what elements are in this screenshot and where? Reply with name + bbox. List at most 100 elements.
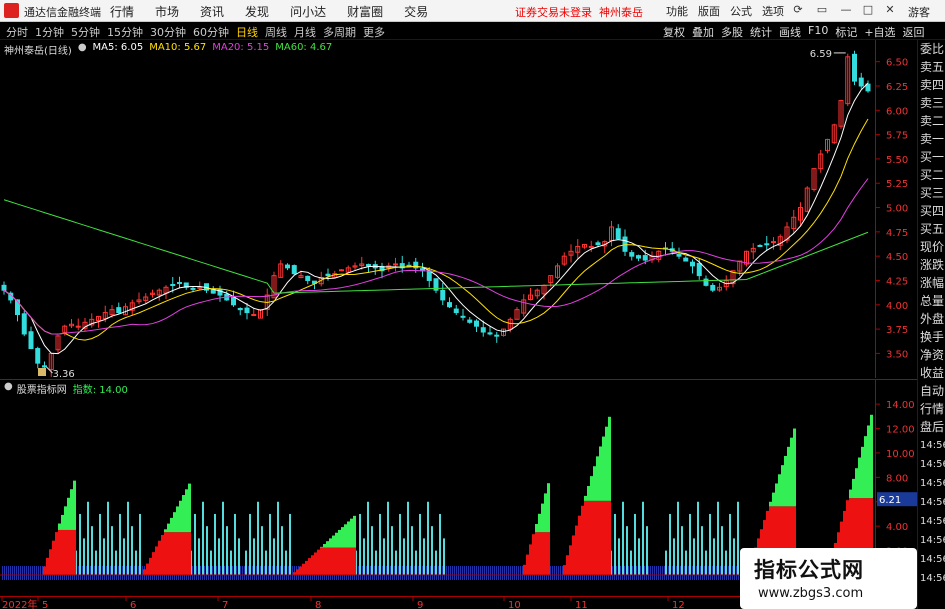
guest-label[interactable]: 游客 [908,4,930,20]
red-bar [523,564,526,575]
tab-more[interactable]: 更多 [363,24,385,40]
tool-f10[interactable]: F10 [808,24,828,40]
base-bar [26,566,27,580]
green-bar [784,455,787,507]
base-bar [474,566,475,580]
quote-field-label[interactable]: 盘后 [918,418,945,436]
minimize-window-icon[interactable]: — [838,2,854,18]
cyan-bar [634,513,636,575]
settings-icon[interactable]: ● [4,381,13,396]
cyan-bar [115,550,117,575]
cyan-bar [725,550,727,575]
tab-monthly[interactable]: 月线 [294,24,316,40]
tool-mark[interactable]: 标记 [835,24,857,40]
watermark: 指标公式网 www.zbgs3.com [740,548,917,609]
cyan-bar [107,501,109,575]
cyan-bar [614,513,616,575]
tab-timeshare[interactable]: 分时 [6,24,28,40]
tool-multi-stock[interactable]: 多股 [721,24,743,40]
tab-60min[interactable]: 60分钟 [193,24,229,40]
menu-trade[interactable]: 交易 [404,3,428,20]
base-bar [724,566,725,580]
tool-statistics[interactable]: 统计 [750,24,772,40]
menu-formula[interactable]: 公式 [730,3,752,19]
green-bar [864,436,867,499]
tool-draw-line[interactable]: 画线 [779,24,801,40]
candle-body [75,325,81,328]
close-icon[interactable]: ✕ [882,2,898,18]
menu-options[interactable]: 选项 [762,3,784,19]
base-bar [406,566,407,580]
menu-news[interactable]: 资讯 [200,3,224,20]
green-bar [329,538,332,548]
green-bar [167,523,170,533]
base-bar [490,566,491,580]
menu-layout[interactable]: 版面 [698,3,720,19]
red-bar [602,500,605,575]
quote-field-label[interactable]: 行情 [918,400,945,418]
quote-field-label: 净资 [920,348,945,362]
cyan-bar [218,538,220,575]
login-notice[interactable]: 证券交易未登录 神州泰岳 [515,4,643,20]
menu-market-quotes[interactable]: 行情 [110,3,134,20]
red-bar [149,557,152,575]
settings-icon[interactable]: ● [78,42,87,57]
quote-field-label: 卖一 [920,132,945,146]
minimize-icon[interactable]: ▭ [814,2,830,18]
candle-body [676,254,682,257]
indicator-tick-label: 10.00 [886,449,915,460]
base-bar [438,566,439,580]
tab-30min[interactable]: 30分钟 [150,24,186,40]
red-bar [341,547,344,575]
tab-1min[interactable]: 1分钟 [35,24,64,40]
menu-discover[interactable]: 发现 [245,3,269,20]
tool-back[interactable]: 返回 [903,24,925,40]
base-bar [448,566,449,580]
cyan-bar [226,526,228,575]
menu-function[interactable]: 功能 [666,3,688,19]
trade-time: 14:56 [920,440,945,451]
base-bar [4,566,5,580]
red-bar [70,529,73,575]
base-bar [382,566,383,580]
tool-adjust[interactable]: 复权 [663,24,685,40]
cyan-bar [127,501,129,575]
tool-add-favorite[interactable]: +自选 [864,24,895,40]
price-tick-label: 4.25 [886,276,908,287]
maximize-icon[interactable]: □ [860,2,876,18]
tab-weekly[interactable]: 周线 [265,24,287,40]
base-bar [482,566,483,580]
menu-market[interactable]: 市场 [155,3,179,20]
cyan-bar [359,513,361,575]
base-bar [102,566,103,580]
cyan-bar [139,513,141,575]
quote-field-label[interactable]: 自动 [918,382,945,400]
candle-body [447,302,452,308]
base-bar [456,566,457,580]
menu-wealth-circle[interactable]: 财富圈 [347,3,383,20]
tab-daily[interactable]: 日线 [236,24,258,40]
cyan-bar [261,526,263,575]
candle-body [764,243,770,246]
base-bar [662,566,663,580]
base-bar [460,566,461,580]
green-bar [775,483,778,507]
candlestick-chart[interactable]: 6.59 3.36 [0,40,875,378]
red-bar [164,532,167,575]
base-bar [478,566,479,580]
price-tick-label: 3.50 [886,349,908,360]
menu-ask[interactable]: 问小达 [290,3,326,20]
tool-overlay[interactable]: 叠加 [692,24,714,40]
green-bar [347,521,350,548]
base-bar [450,566,451,580]
trade-time: 14:56 [920,516,945,527]
tab-15min[interactable]: 15分钟 [107,24,143,40]
red-bar [532,534,535,575]
base-bar [232,566,233,580]
base-bar [644,566,645,580]
tab-multi-period[interactable]: 多周期 [323,24,356,40]
green-bar [602,436,605,501]
tab-5min[interactable]: 5分钟 [71,24,100,40]
refresh-icon[interactable]: ⟳ [790,2,806,18]
base-bar [8,566,9,580]
